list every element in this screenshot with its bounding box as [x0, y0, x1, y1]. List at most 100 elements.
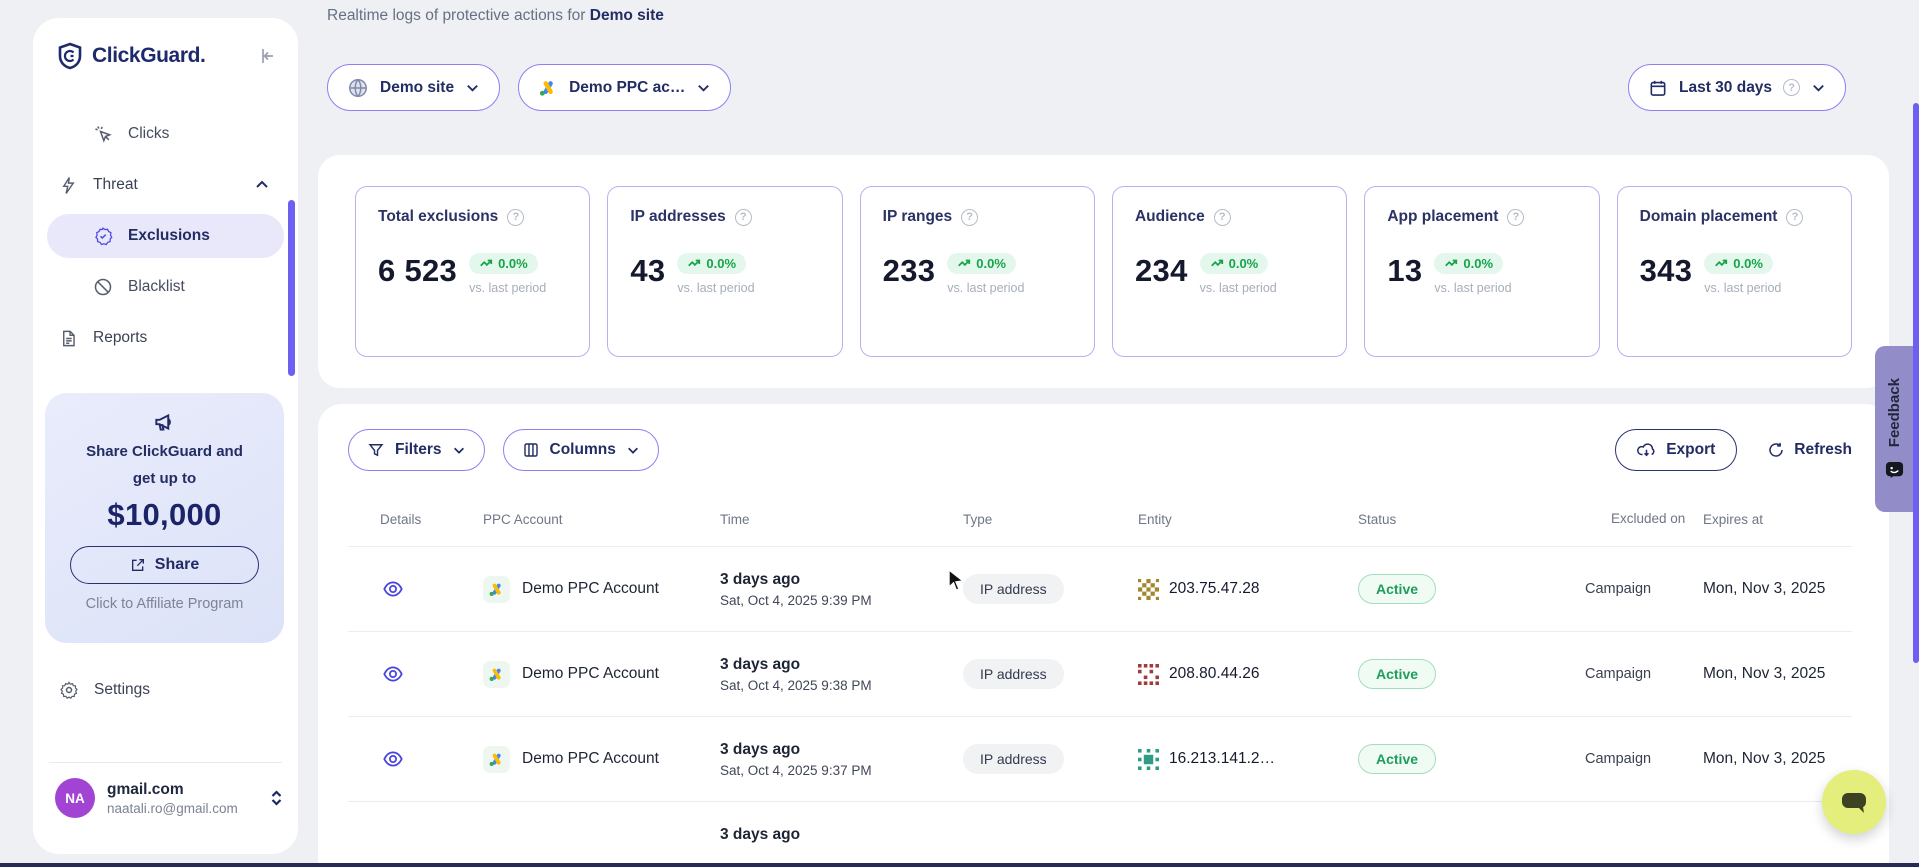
help-icon[interactable]: ? [507, 209, 524, 226]
stat-title: IP ranges [883, 208, 953, 226]
time-full: Sat, Oct 4, 2025 9:37 PM [720, 763, 963, 778]
columns-button[interactable]: Columns [503, 429, 659, 471]
feedback-chat-icon [1885, 461, 1904, 480]
date-range-value: Last 30 days [1679, 79, 1772, 97]
ppc-account-cell: Demo PPC Account [483, 576, 720, 603]
cursor-click-icon [93, 124, 113, 144]
affiliate-link[interactable]: Click to Affiliate Program [57, 596, 272, 612]
trend-value: 0.0% [498, 256, 528, 271]
clickguard-logo-icon [57, 42, 83, 70]
column-header-time: Time [720, 512, 963, 527]
help-icon[interactable]: ? [1507, 209, 1524, 226]
exclusions-table-panel: Filters Columns Export Refresh Details P… [318, 404, 1889, 867]
time-cell: 3 days ago Sat, Oct 4, 2025 9:38 PM [720, 656, 963, 693]
table-row: Demo PPC Account 3 days ago Sat, Oct 4, … [348, 547, 1852, 632]
help-icon[interactable]: ? [735, 209, 752, 226]
status-cell: Active [1358, 659, 1585, 689]
time-cell: 3 days ago [720, 826, 963, 863]
sidebar-collapse-icon[interactable] [258, 46, 278, 66]
view-details-button[interactable] [348, 663, 483, 685]
sidebar-item-label: Blacklist [128, 278, 185, 296]
chevron-down-icon [465, 80, 480, 95]
stat-title: Domain placement [1640, 208, 1778, 226]
help-icon[interactable]: ? [961, 209, 978, 226]
site-selector[interactable]: Demo site [327, 64, 500, 111]
chevron-up-icon[interactable] [254, 177, 270, 193]
trend-badge: 0.0% [1704, 253, 1773, 274]
affiliate-promo-card[interactable]: Share ClickGuard and get up to $10,000 S… [45, 393, 284, 643]
trend-value: 0.0% [976, 256, 1006, 271]
user-name: gmail.com [107, 781, 238, 799]
sidebar-scrollbar-thumb[interactable] [288, 200, 295, 376]
user-email: naatali.ro@gmail.com [107, 801, 238, 816]
chat-launcher-button[interactable] [1822, 770, 1886, 834]
google-ads-icon [483, 746, 510, 773]
view-details-button[interactable] [348, 578, 483, 600]
google-ads-icon [483, 576, 510, 603]
export-button[interactable]: Export [1615, 429, 1737, 471]
ppc-account-selector-value: Demo PPC ac… [569, 79, 685, 97]
entity-identicon [1138, 749, 1159, 770]
filters-button[interactable]: Filters [348, 429, 485, 471]
table-toolbar: Filters Columns Export Refresh [348, 429, 1852, 471]
megaphone-icon [57, 409, 272, 435]
stat-card-ip-ranges: IP ranges? 233 0.0% vs. last period [860, 186, 1095, 357]
column-header-excluded-on: Excluded on [1611, 510, 1685, 528]
expand-updown-icon[interactable] [269, 789, 284, 807]
type-badge: IP address [963, 744, 1064, 774]
calendar-icon [1648, 78, 1668, 98]
ban-icon [93, 277, 113, 297]
stat-card-ip-addresses: IP addresses? 43 0.0% vs. last period [607, 186, 842, 357]
sidebar-item-reports[interactable]: Reports [47, 316, 284, 360]
column-header-expires-at: Expires at [1703, 512, 1852, 527]
globe-icon [347, 77, 369, 99]
stat-caption: vs. last period [677, 281, 754, 295]
share-button[interactable]: Share [70, 546, 259, 584]
badge-check-icon [93, 226, 113, 246]
trend-badge: 0.0% [947, 253, 1016, 274]
table-row: 3 days ago [348, 802, 1852, 867]
stat-card-domain-placement: Domain placement? 343 0.0% vs. last peri… [1617, 186, 1852, 357]
sidebar-item-threat[interactable]: Threat [47, 163, 284, 207]
trend-badge: 0.0% [1434, 253, 1503, 274]
chevron-down-icon [452, 443, 466, 457]
help-icon[interactable]: ? [1786, 209, 1803, 226]
type-cell: IP address [963, 574, 1138, 604]
help-icon[interactable]: ? [1214, 209, 1231, 226]
filter-icon [367, 441, 385, 459]
refresh-icon [1767, 441, 1785, 459]
sidebar-item-blacklist[interactable]: Blacklist [47, 265, 284, 309]
sidebar-item-clicks[interactable]: Clicks [47, 112, 284, 156]
stat-title: Audience [1135, 208, 1205, 226]
settings-label: Settings [94, 681, 150, 699]
stat-value: 234 [1135, 253, 1188, 289]
user-menu[interactable]: NA gmail.com naatali.ro@gmail.com [55, 778, 284, 818]
time-relative: 3 days ago [720, 656, 963, 674]
sidebar-item-label: Threat [93, 176, 138, 194]
table-row: Demo PPC Account 3 days ago Sat, Oct 4, … [348, 632, 1852, 717]
sidebar-nav: Clicks Threat Exclusions [47, 112, 284, 360]
trend-badge: 0.0% [469, 253, 538, 274]
view-details-button[interactable] [348, 748, 483, 770]
time-relative: 3 days ago [720, 741, 963, 759]
status-badge: Active [1358, 574, 1436, 604]
sidebar: ClickGuard. Clicks Threat [33, 18, 298, 854]
ppc-account-selector[interactable]: Demo PPC ac… [518, 64, 731, 111]
feedback-tab[interactable]: Feedback [1875, 346, 1914, 512]
column-header-details: Details [348, 512, 483, 527]
time-relative: 3 days ago [720, 571, 963, 589]
document-icon [59, 329, 78, 348]
refresh-button[interactable]: Refresh [1767, 441, 1852, 459]
sidebar-item-exclusions[interactable]: Exclusions [47, 214, 284, 258]
columns-icon [522, 441, 540, 459]
date-range-selector[interactable]: Last 30 days ? [1628, 64, 1846, 111]
status-badge: Active [1358, 659, 1436, 689]
logo-row: ClickGuard. [47, 42, 284, 70]
expires-at-cell: Mon, Nov 3, 2025 [1703, 580, 1852, 598]
stat-value: 6 523 [378, 253, 457, 289]
page-subtitle: Realtime logs of protective actions for … [327, 7, 664, 25]
lightning-icon [59, 176, 78, 195]
page-scrollbar-thumb[interactable] [1913, 103, 1919, 663]
sidebar-item-settings[interactable]: Settings [59, 680, 150, 700]
entity-value: 203.75.47.28 [1169, 580, 1260, 598]
